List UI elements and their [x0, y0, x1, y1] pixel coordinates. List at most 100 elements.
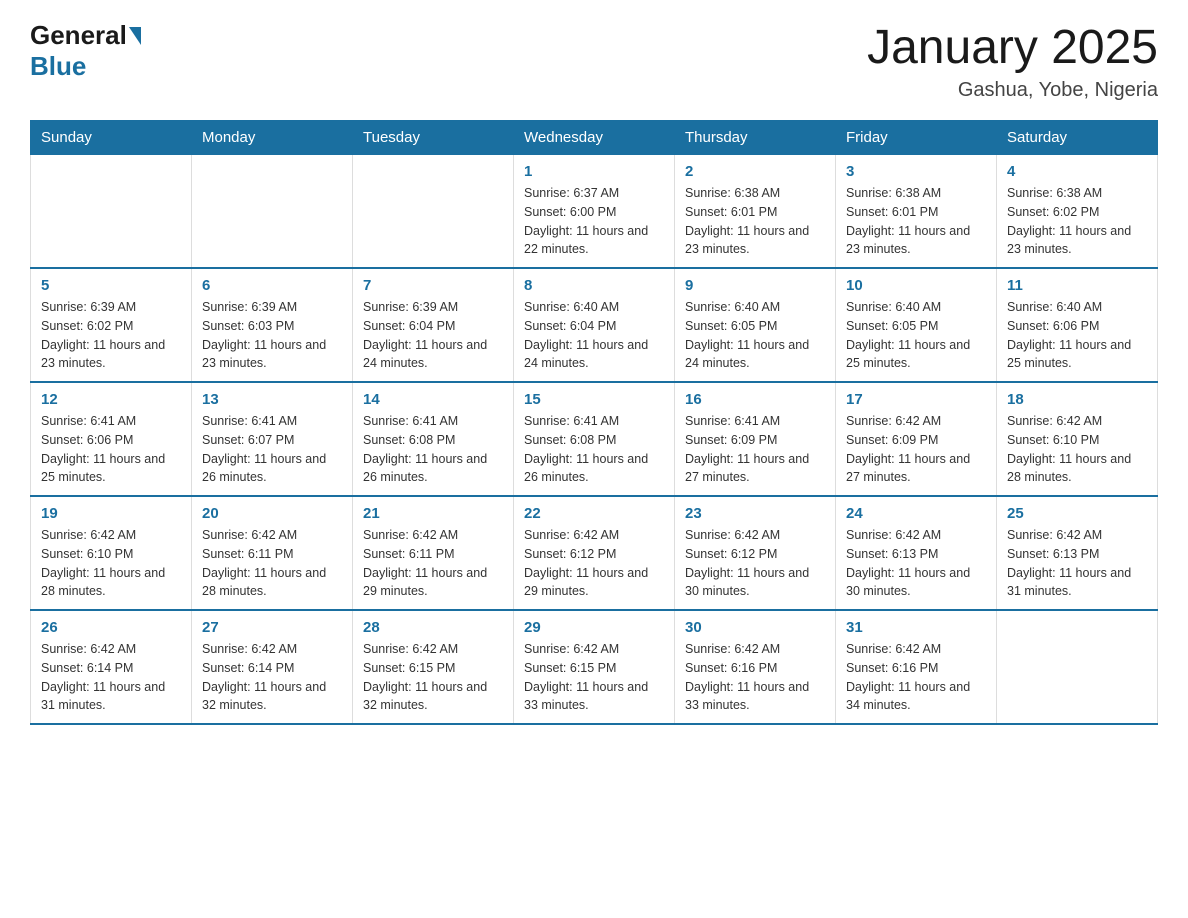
- day-info: Sunrise: 6:40 AM Sunset: 6:05 PM Dayligh…: [685, 298, 825, 373]
- logo-general-text: General: [30, 20, 127, 51]
- day-cell: 19 Sunrise: 6:42 AM Sunset: 6:10 PM Dayli…: [31, 496, 192, 610]
- day-info: Sunrise: 6:42 AM Sunset: 6:13 PM Dayligh…: [1007, 526, 1147, 601]
- title-block: January 2025 Gashua, Yobe, Nigeria: [867, 20, 1158, 102]
- day-info: Sunrise: 6:38 AM Sunset: 6:02 PM Dayligh…: [1007, 184, 1147, 259]
- day-number: 3: [846, 163, 986, 180]
- day-cell: 9 Sunrise: 6:40 AM Sunset: 6:05 PM Daylig…: [675, 268, 836, 382]
- day-number: 7: [363, 277, 503, 294]
- day-number: 10: [846, 277, 986, 294]
- day-number: 4: [1007, 163, 1147, 180]
- day-info: Sunrise: 6:41 AM Sunset: 6:08 PM Dayligh…: [524, 412, 664, 487]
- day-info: Sunrise: 6:42 AM Sunset: 6:16 PM Dayligh…: [685, 640, 825, 715]
- day-number: 19: [41, 505, 181, 522]
- day-info: Sunrise: 6:42 AM Sunset: 6:10 PM Dayligh…: [41, 526, 181, 601]
- day-number: 20: [202, 505, 342, 522]
- day-number: 6: [202, 277, 342, 294]
- day-info: Sunrise: 6:39 AM Sunset: 6:04 PM Dayligh…: [363, 298, 503, 373]
- day-cell: 30 Sunrise: 6:42 AM Sunset: 6:16 PM Dayli…: [675, 610, 836, 724]
- logo: General Blue: [30, 20, 143, 82]
- logo-arrow-icon: [129, 27, 141, 45]
- day-number: 25: [1007, 505, 1147, 522]
- day-cell: [192, 155, 353, 269]
- day-cell: 2 Sunrise: 6:38 AM Sunset: 6:01 PM Daylig…: [675, 155, 836, 269]
- day-number: 29: [524, 619, 664, 636]
- day-number: 5: [41, 277, 181, 294]
- day-cell: 20 Sunrise: 6:42 AM Sunset: 6:11 PM Dayli…: [192, 496, 353, 610]
- calendar-header: SundayMondayTuesdayWednesdayThursdayFrid…: [31, 121, 1158, 155]
- day-info: Sunrise: 6:38 AM Sunset: 6:01 PM Dayligh…: [685, 184, 825, 259]
- day-cell: 26Sunrise: 6:42 AM Sunset: 6:14 PM Dayli…: [31, 610, 192, 724]
- day-info: Sunrise: 6:42 AM Sunset: 6:09 PM Dayligh…: [846, 412, 986, 487]
- week-row-4: 19 Sunrise: 6:42 AM Sunset: 6:10 PM Dayli…: [31, 496, 1158, 610]
- day-cell: 22 Sunrise: 6:42 AM Sunset: 6:12 PM Dayli…: [514, 496, 675, 610]
- day-cell: 28Sunrise: 6:42 AM Sunset: 6:15 PM Dayli…: [353, 610, 514, 724]
- week-row-3: 12Sunrise: 6:41 AM Sunset: 6:06 PM Dayli…: [31, 382, 1158, 496]
- day-number: 22: [524, 505, 664, 522]
- day-cell: 31 Sunrise: 6:42 AM Sunset: 6:16 PM Dayli…: [836, 610, 997, 724]
- day-info: Sunrise: 6:42 AM Sunset: 6:13 PM Dayligh…: [846, 526, 986, 601]
- day-cell: 6 Sunrise: 6:39 AM Sunset: 6:03 PM Daylig…: [192, 268, 353, 382]
- day-cell: 13 Sunrise: 6:41 AM Sunset: 6:07 PM Dayli…: [192, 382, 353, 496]
- day-number: 23: [685, 505, 825, 522]
- day-number: 16: [685, 391, 825, 408]
- day-info: Sunrise: 6:40 AM Sunset: 6:06 PM Dayligh…: [1007, 298, 1147, 373]
- day-number: 18: [1007, 391, 1147, 408]
- day-info: Sunrise: 6:42 AM Sunset: 6:14 PM Dayligh…: [202, 640, 342, 715]
- header-row: SundayMondayTuesdayWednesdayThursdayFrid…: [31, 121, 1158, 155]
- day-info: Sunrise: 6:42 AM Sunset: 6:12 PM Dayligh…: [685, 526, 825, 601]
- week-row-2: 5Sunrise: 6:39 AM Sunset: 6:02 PM Daylig…: [31, 268, 1158, 382]
- day-cell: 4 Sunrise: 6:38 AM Sunset: 6:02 PM Daylig…: [997, 155, 1158, 269]
- day-info: Sunrise: 6:42 AM Sunset: 6:15 PM Dayligh…: [524, 640, 664, 715]
- location-title: Gashua, Yobe, Nigeria: [867, 79, 1158, 102]
- day-info: Sunrise: 6:42 AM Sunset: 6:11 PM Dayligh…: [202, 526, 342, 601]
- day-number: 2: [685, 163, 825, 180]
- day-cell: 16Sunrise: 6:41 AM Sunset: 6:09 PM Dayli…: [675, 382, 836, 496]
- day-info: Sunrise: 6:42 AM Sunset: 6:10 PM Dayligh…: [1007, 412, 1147, 487]
- day-number: 12: [41, 391, 181, 408]
- day-number: 21: [363, 505, 503, 522]
- day-info: Sunrise: 6:39 AM Sunset: 6:03 PM Dayligh…: [202, 298, 342, 373]
- day-cell: 5Sunrise: 6:39 AM Sunset: 6:02 PM Daylig…: [31, 268, 192, 382]
- header-day-thursday: Thursday: [675, 121, 836, 155]
- day-cell: 7 Sunrise: 6:39 AM Sunset: 6:04 PM Daylig…: [353, 268, 514, 382]
- day-cell: 24 Sunrise: 6:42 AM Sunset: 6:13 PM Dayli…: [836, 496, 997, 610]
- day-info: Sunrise: 6:41 AM Sunset: 6:07 PM Dayligh…: [202, 412, 342, 487]
- day-number: 28: [363, 619, 503, 636]
- day-number: 24: [846, 505, 986, 522]
- day-cell: 25 Sunrise: 6:42 AM Sunset: 6:13 PM Dayli…: [997, 496, 1158, 610]
- day-number: 30: [685, 619, 825, 636]
- day-cell: [31, 155, 192, 269]
- day-number: 1: [524, 163, 664, 180]
- day-cell: 12Sunrise: 6:41 AM Sunset: 6:06 PM Dayli…: [31, 382, 192, 496]
- day-cell: 15 Sunrise: 6:41 AM Sunset: 6:08 PM Dayli…: [514, 382, 675, 496]
- day-cell: 10Sunrise: 6:40 AM Sunset: 6:05 PM Dayli…: [836, 268, 997, 382]
- day-info: Sunrise: 6:42 AM Sunset: 6:16 PM Dayligh…: [846, 640, 986, 715]
- day-number: 13: [202, 391, 342, 408]
- day-cell: 8Sunrise: 6:40 AM Sunset: 6:04 PM Daylig…: [514, 268, 675, 382]
- header-day-wednesday: Wednesday: [514, 121, 675, 155]
- day-info: Sunrise: 6:40 AM Sunset: 6:04 PM Dayligh…: [524, 298, 664, 373]
- day-info: Sunrise: 6:42 AM Sunset: 6:11 PM Dayligh…: [363, 526, 503, 601]
- week-row-1: 1Sunrise: 6:37 AM Sunset: 6:00 PM Daylig…: [31, 155, 1158, 269]
- day-number: 31: [846, 619, 986, 636]
- header-day-saturday: Saturday: [997, 121, 1158, 155]
- day-cell: 3 Sunrise: 6:38 AM Sunset: 6:01 PM Daylig…: [836, 155, 997, 269]
- header-day-tuesday: Tuesday: [353, 121, 514, 155]
- day-info: Sunrise: 6:42 AM Sunset: 6:14 PM Dayligh…: [41, 640, 181, 715]
- day-cell: 11Sunrise: 6:40 AM Sunset: 6:06 PM Dayli…: [997, 268, 1158, 382]
- logo-blue-text: Blue: [30, 51, 86, 81]
- day-info: Sunrise: 6:38 AM Sunset: 6:01 PM Dayligh…: [846, 184, 986, 259]
- week-row-5: 26Sunrise: 6:42 AM Sunset: 6:14 PM Dayli…: [31, 610, 1158, 724]
- day-number: 17: [846, 391, 986, 408]
- day-number: 9: [685, 277, 825, 294]
- day-cell: 27Sunrise: 6:42 AM Sunset: 6:14 PM Dayli…: [192, 610, 353, 724]
- day-cell: 18 Sunrise: 6:42 AM Sunset: 6:10 PM Dayli…: [997, 382, 1158, 496]
- header-day-monday: Monday: [192, 121, 353, 155]
- day-info: Sunrise: 6:42 AM Sunset: 6:12 PM Dayligh…: [524, 526, 664, 601]
- day-cell: [997, 610, 1158, 724]
- calendar-body: 1Sunrise: 6:37 AM Sunset: 6:00 PM Daylig…: [31, 155, 1158, 725]
- day-cell: 14Sunrise: 6:41 AM Sunset: 6:08 PM Dayli…: [353, 382, 514, 496]
- day-cell: 21 Sunrise: 6:42 AM Sunset: 6:11 PM Dayli…: [353, 496, 514, 610]
- calendar-table: SundayMondayTuesdayWednesdayThursdayFrid…: [30, 120, 1158, 725]
- day-number: 15: [524, 391, 664, 408]
